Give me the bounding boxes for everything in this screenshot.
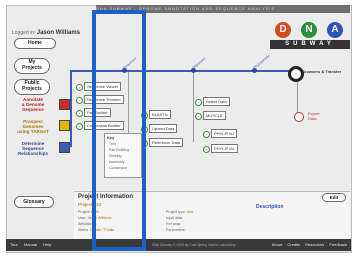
add-icon[interactable]: + [203, 131, 210, 138]
manual-link[interactable]: Manual [24, 242, 37, 247]
project-type-field: Project type: dna [166, 210, 193, 214]
credits-link[interactable]: Credits [287, 242, 300, 247]
parameters-field: Parameters: [166, 228, 186, 232]
add-icon[interactable]: + [76, 84, 83, 91]
determine-relationships-label[interactable]: Determine Sequence Relationships [10, 141, 56, 156]
add-icon[interactable]: + [76, 123, 83, 130]
logo-d: D [275, 22, 291, 38]
blue-line-left-vertical [70, 70, 72, 147]
edit-button[interactable]: Edit [322, 193, 346, 202]
user-name: Jason Williams [36, 30, 81, 36]
browsers-transfer-label[interactable]: Browsers & Transfer [300, 68, 343, 75]
logo-subway: SUBWAY [270, 40, 350, 49]
annotate-line-marker[interactable] [59, 99, 70, 110]
export-data-label[interactable]: Export Data [306, 110, 322, 122]
public-projects-button[interactable]: Public Projects [14, 79, 50, 95]
add-icon[interactable]: + [76, 110, 83, 117]
phylip-ml-node[interactable]: PHYLIP ML [211, 144, 238, 153]
copyright: DNA Subway © 2009 by Cold Spring Harbor … [152, 243, 236, 247]
footer-right: About Credits Resources Feedback [272, 239, 347, 251]
logo-a: A [327, 22, 343, 38]
select-data-node[interactable]: Select Data [203, 97, 230, 106]
blue-line-stub [64, 145, 72, 147]
tour-link[interactable]: Tour [10, 242, 18, 247]
branch-connector [193, 72, 194, 142]
export-station[interactable] [294, 112, 304, 122]
determine-line-marker[interactable] [59, 142, 70, 153]
description-label: Description [256, 204, 284, 210]
glossary-button[interactable]: Glossary [14, 196, 54, 208]
upload-data-node[interactable]: Upload Data [149, 124, 178, 133]
add-icon[interactable]: + [195, 99, 202, 106]
footer-bar: Tour Manual Help DNA Subway © 2009 by Co… [6, 239, 351, 251]
add-icon[interactable]: + [76, 97, 83, 104]
selection-highlight [92, 10, 146, 251]
help-link[interactable]: Help [43, 242, 51, 247]
logo-n: N [301, 22, 317, 38]
resources-link[interactable]: Resources [305, 242, 324, 247]
input-data-field: Input data: [166, 216, 183, 220]
blastn-node[interactable]: BLASTN [149, 110, 171, 119]
footer-left: Tour Manual Help [10, 239, 51, 251]
reference-data-node[interactable]: Reference Data [149, 138, 184, 147]
add-icon[interactable]: + [203, 146, 210, 153]
my-projects-button[interactable]: My Projects [14, 58, 50, 74]
ref-seqs-field: Ref seqs: [166, 222, 182, 226]
phylip-nj-node[interactable]: PHYLIP NJ [211, 129, 238, 138]
feedback-link[interactable]: Feedback [329, 242, 347, 247]
about-link[interactable]: About [272, 242, 282, 247]
muscle-node[interactable]: MUSCLE [203, 111, 226, 120]
add-icon[interactable]: + [195, 113, 202, 120]
prospect-line-marker[interactable] [59, 120, 70, 131]
prospect-genomes-label[interactable]: Prospect Genomes using TARGeT [10, 119, 56, 134]
home-button[interactable]: Home [14, 38, 56, 49]
annotate-genome-label[interactable]: Annotate a Genome Sequence [12, 97, 54, 112]
export-connector [297, 80, 298, 114]
login-prefix: Logged in: [12, 30, 36, 36]
login-bar: Logged in: Jason Williams [12, 30, 80, 36]
